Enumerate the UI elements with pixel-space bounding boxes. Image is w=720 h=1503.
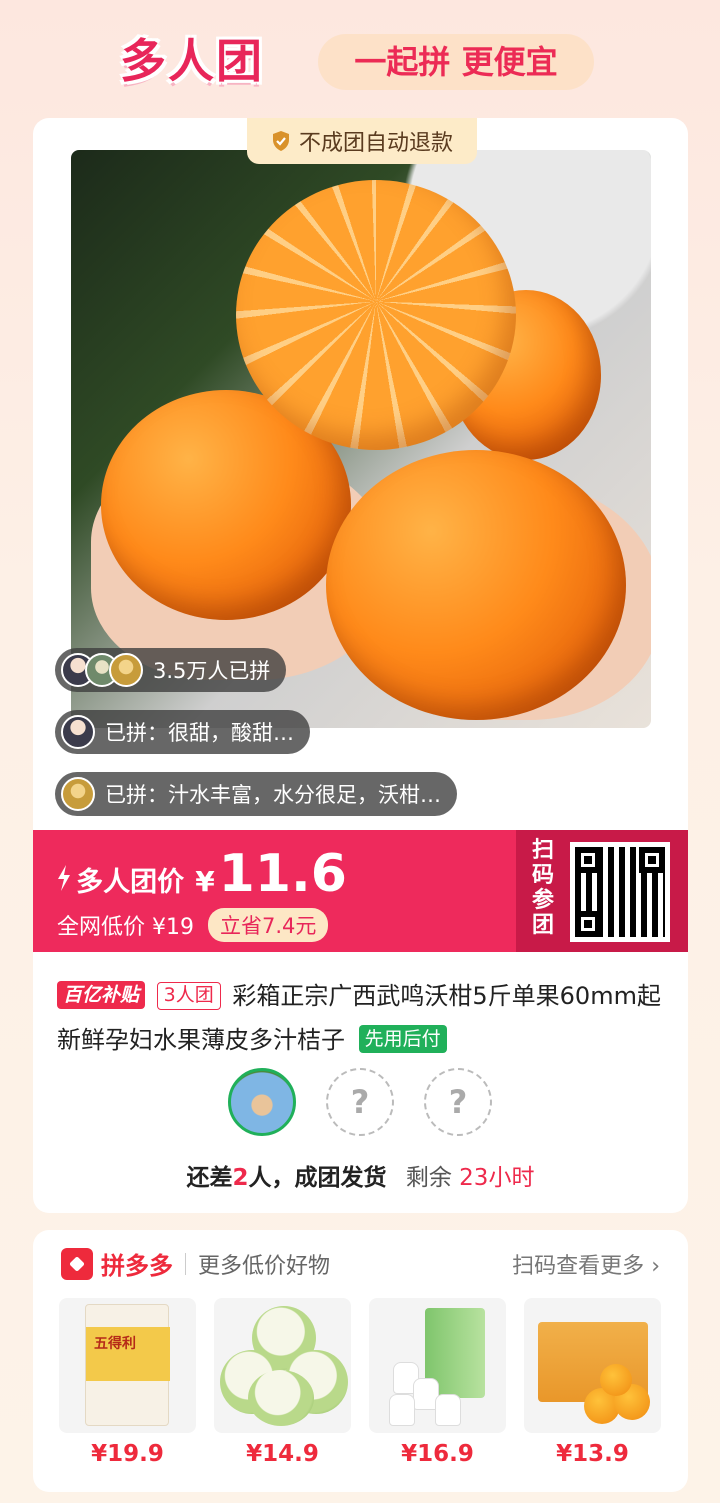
- scan-label: 扫码参团: [531, 838, 554, 938]
- avatar: [61, 715, 95, 749]
- empty-slot[interactable]: ?: [424, 1068, 492, 1136]
- item-price: ¥16.9: [401, 1441, 474, 1467]
- header: 多人团 一起拼 更便宜: [0, 22, 720, 102]
- remain-time: 23小时: [459, 1165, 535, 1191]
- scan-to-join[interactable]: 扫码参团: [516, 830, 688, 952]
- brand-name: 拼多多: [101, 1252, 173, 1280]
- price-value: 11.6: [218, 844, 347, 904]
- qr-code[interactable]: [570, 842, 670, 942]
- slogan-badge: 一起拼 更便宜: [318, 34, 594, 90]
- avatar: [109, 653, 143, 687]
- chevron-right-icon: ›: [651, 1254, 660, 1279]
- peeled-orange: [236, 180, 516, 450]
- item-thumbnail: [214, 1298, 351, 1433]
- group-buy-title: 多人团: [120, 34, 264, 88]
- guava-image: [248, 1370, 314, 1426]
- status-prefix: 还差: [186, 1165, 233, 1191]
- bag-brand: 五得利: [94, 1336, 136, 1352]
- orange-front: [326, 450, 626, 720]
- qr-finder: [575, 911, 601, 937]
- qr-finder: [575, 847, 601, 873]
- price-main: 多人团价 ¥11.6: [57, 844, 347, 904]
- recommend-item[interactable]: 五得利 ¥19.9: [59, 1298, 196, 1467]
- orange-image: [600, 1364, 632, 1396]
- refund-notice: 不成团自动退款: [247, 118, 477, 164]
- recommend-item[interactable]: ¥14.9: [214, 1298, 351, 1467]
- flour-bag-image: 五得利: [85, 1304, 170, 1426]
- group-buy-card: 不成团自动退款 3.5万人已拼 已拼：很甜，酸甜… 已拼：汁水丰富，水分很足，沃…: [33, 118, 688, 1213]
- status-count: 2: [232, 1165, 249, 1191]
- item-thumbnail: 五得利: [59, 1298, 196, 1433]
- item-price: ¥19.9: [91, 1441, 164, 1467]
- remain-label: 剩余: [405, 1165, 452, 1191]
- qr-finder: [639, 847, 665, 873]
- empty-slot[interactable]: ?: [326, 1068, 394, 1136]
- joined-count-text: 3.5万人已拼: [153, 659, 271, 683]
- shield-check-icon: [272, 131, 289, 151]
- subsidy-tag: 百亿补贴: [57, 981, 146, 1009]
- product-photo[interactable]: [71, 150, 651, 728]
- status-suffix: 人，成团发货: [248, 1165, 387, 1191]
- avatar: [61, 777, 95, 811]
- qr-pattern: [575, 847, 665, 937]
- recommend-subtitle: 更多低价好物: [198, 1253, 331, 1279]
- comment-pill: 已拼：汁水丰富，水分很足，沃柑…: [55, 772, 457, 816]
- comment-pill: 已拼：很甜，酸甜…: [55, 710, 310, 754]
- recommend-items: 五得利 ¥19.9 ¥14.9 ¥16.9 ¥13.9: [59, 1298, 661, 1467]
- tissue-roll-image: [389, 1394, 415, 1426]
- tissue-roll-image: [435, 1394, 461, 1426]
- item-thumbnail: [524, 1298, 661, 1433]
- recommend-header: 拼多多 更多低价好物: [61, 1246, 330, 1281]
- group-member-slots: ? ?: [228, 1068, 492, 1136]
- price-label: 多人团价: [76, 867, 185, 898]
- group-status: 还差2人，成团发货 剩余 23小时: [33, 1158, 688, 1192]
- scan-more-text: 扫码查看更多: [512, 1254, 645, 1279]
- joined-count-pill: 3.5万人已拼: [55, 648, 287, 692]
- pay-later-tag: 先用后付: [358, 1025, 447, 1053]
- avatar-stack: [61, 653, 143, 687]
- item-price: ¥13.9: [556, 1441, 629, 1467]
- market-price: 全网低价 ¥19: [57, 915, 194, 940]
- lightning-icon: [58, 865, 70, 891]
- save-badge: 立省7.4元: [208, 908, 329, 942]
- price-secondary: 全网低价 ¥19 立省7.4元: [57, 908, 329, 942]
- comment-text: 已拼：很甜，酸甜…: [105, 721, 294, 745]
- recommendations: 拼多多 更多低价好物 扫码查看更多 › 五得利 ¥19.9 ¥14.9 ¥16.…: [33, 1230, 688, 1492]
- price-banner: 多人团价 ¥11.6 全网低价 ¥19 立省7.4元 扫码参团: [33, 830, 688, 952]
- price-currency: ¥: [195, 865, 215, 898]
- item-price: ¥14.9: [246, 1441, 319, 1467]
- pinduoduo-logo-icon: [61, 1247, 93, 1280]
- group-size-tag: 3人团: [156, 982, 221, 1010]
- refund-notice-text: 不成团自动退款: [298, 131, 453, 156]
- comment-text: 已拼：汁水丰富，水分很足，沃柑…: [105, 783, 441, 807]
- divider: [185, 1252, 186, 1275]
- member-avatar: [228, 1068, 296, 1136]
- recommend-item[interactable]: ¥16.9: [369, 1298, 506, 1467]
- product-title[interactable]: 百亿补贴 3人团 彩箱正宗广西武鸣沃柑5斤单果60mm起新鲜孕妇水果薄皮多汁桔子…: [57, 974, 667, 1062]
- item-thumbnail: [369, 1298, 506, 1433]
- scan-more-link[interactable]: 扫码查看更多 ›: [512, 1248, 660, 1280]
- recommend-item[interactable]: ¥13.9: [524, 1298, 661, 1467]
